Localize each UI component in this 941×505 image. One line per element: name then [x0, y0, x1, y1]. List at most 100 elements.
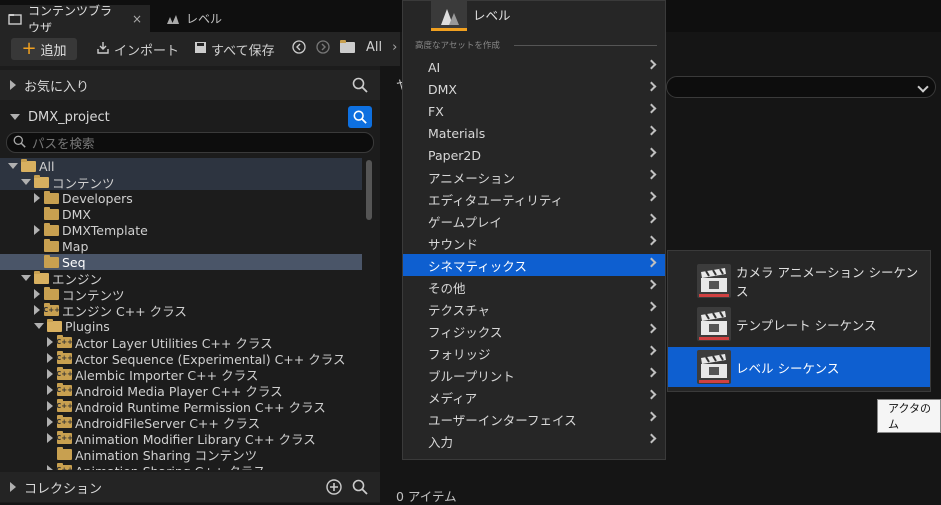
forward-button[interactable]: [316, 40, 330, 58]
tree-row[interactable]: C++ エンジン C++ クラス: [0, 302, 362, 319]
level-icon: [166, 12, 180, 26]
search-icon[interactable]: [352, 77, 368, 97]
menu-item[interactable]: Materials: [403, 122, 665, 144]
save-all-label: すべて保存: [211, 44, 275, 59]
path-breadcrumb[interactable]: All ›: [340, 40, 397, 55]
chevron-right-icon: [646, 367, 657, 378]
collections-header[interactable]: コレクション: [0, 472, 380, 502]
menu-item-label: シネマティックス: [428, 258, 527, 274]
expand-arrow-icon[interactable]: [47, 385, 53, 395]
tree-row[interactable]: C++Animation Sharing C++ クラス: [0, 462, 362, 470]
menu-item[interactable]: ユーザーインターフェイス: [403, 408, 665, 430]
tree-row[interactable]: コンテンツ: [0, 174, 362, 191]
menu-item-label: FX: [428, 103, 444, 119]
chevron-right-icon: [646, 389, 657, 400]
menu-item[interactable]: フォリッジ: [403, 342, 665, 364]
menu-item[interactable]: エディタユーティリティ: [403, 188, 665, 210]
folder-icon: [44, 206, 59, 220]
menu-item-label: テクスチャ: [428, 302, 491, 318]
menu-item[interactable]: テクスチャ: [403, 298, 665, 320]
tree-scrollbar[interactable]: [366, 160, 372, 220]
save-all-button[interactable]: すべて保存: [194, 40, 275, 59]
menu-item[interactable]: ブループリント: [403, 364, 665, 386]
expand-arrow-icon[interactable]: [34, 193, 40, 203]
submenu-item[interactable]: テンプレート シーケンス: [668, 304, 930, 344]
tree-row-label: Animation Sharing C++ クラス: [75, 461, 266, 471]
menu-item-label: メディア: [428, 390, 478, 406]
chevron-right-icon: [646, 103, 657, 114]
chevron-right-icon: [646, 235, 657, 246]
path-search-input[interactable]: パスを検索: [6, 132, 374, 153]
collapse-arrow-icon[interactable]: [21, 275, 31, 281]
menu-item[interactable]: DMX: [403, 78, 665, 100]
tree-row-label: DMXTemplate: [62, 222, 148, 238]
section-header-label: 高度なアセットを作成: [415, 41, 500, 51]
expand-arrow-icon[interactable]: [34, 305, 40, 315]
sources-panel: お気に入り DMX_project パスを検索 All コンテンツ Develope…: [0, 66, 380, 503]
expand-arrow-icon[interactable]: [47, 465, 53, 470]
menu-item-label: サウンド: [428, 236, 479, 252]
back-button[interactable]: [292, 40, 306, 58]
expand-arrow-icon[interactable]: [47, 417, 53, 427]
menu-item[interactable]: その他: [403, 276, 665, 298]
import-label: インポート: [114, 44, 180, 59]
menu-item-level-label: レベル: [473, 8, 511, 23]
expand-arrow-icon[interactable]: [34, 225, 40, 235]
search-icon[interactable]: [348, 106, 372, 128]
asset-search-input[interactable]: [666, 76, 936, 98]
menu-item[interactable]: 入力: [403, 430, 665, 452]
submenu-item-label: カメラ アニメーション シーケンス: [736, 265, 919, 299]
forward-arrow-icon: [316, 40, 330, 58]
menu-item[interactable]: フィジックス: [403, 320, 665, 342]
menu-item[interactable]: Paper2D: [403, 144, 665, 166]
menu-item-label: DMX: [428, 81, 457, 97]
collapse-arrow-icon[interactable]: [34, 323, 44, 329]
menu-item[interactable]: サウンド: [403, 232, 665, 254]
expand-arrow-icon: [10, 482, 16, 492]
collapse-arrow-icon[interactable]: [8, 163, 18, 169]
add-button[interactable]: + 追加: [11, 38, 77, 60]
expand-arrow-icon[interactable]: [47, 401, 53, 411]
menu-item[interactable]: アニメーション: [403, 166, 665, 188]
menu-item[interactable]: シネマティックス: [403, 254, 665, 276]
folder-icon: [44, 222, 59, 236]
cpp-folder-icon: C++: [56, 382, 73, 396]
menu-item[interactable]: ゲームプレイ: [403, 210, 665, 232]
menu-item[interactable]: AI: [403, 56, 665, 78]
menu-item-label: その他: [428, 280, 466, 296]
import-button[interactable]: インポート: [96, 40, 179, 59]
tree-row[interactable]: DMX: [0, 206, 362, 222]
menu-item-label: アニメーション: [428, 170, 516, 186]
add-collection-icon[interactable]: [326, 479, 342, 499]
expand-arrow-icon[interactable]: [47, 369, 53, 379]
tree-row[interactable]: Developers: [0, 190, 362, 206]
add-asset-menu: レベル 高度なアセットを作成 AI DMX FX Materials Paper2D アニ…: [402, 0, 666, 460]
tree-row[interactable]: エンジン: [0, 270, 362, 287]
expand-arrow-icon[interactable]: [47, 337, 53, 347]
expand-arrow-icon[interactable]: [47, 353, 53, 363]
menu-item[interactable]: FX: [403, 100, 665, 122]
level-icon: [431, 1, 467, 31]
menu-item-label: Paper2D: [428, 147, 481, 163]
sequence-clapper-icon: [697, 307, 731, 341]
submenu-item[interactable]: カメラ アニメーション シーケンス: [668, 261, 930, 301]
search-icon[interactable]: [352, 479, 368, 499]
menu-item[interactable]: メディア: [403, 386, 665, 408]
expand-arrow-icon[interactable]: [34, 289, 40, 299]
favorites-header[interactable]: お気に入り: [0, 70, 380, 100]
expand-arrow-icon[interactable]: [47, 433, 53, 443]
tree-row[interactable]: DMXTemplate: [0, 222, 362, 238]
tab-content-browser[interactable]: コンテンツブラウザ ×: [0, 4, 150, 35]
tab-close-icon[interactable]: ×: [132, 12, 142, 26]
chevron-down-icon[interactable]: [917, 81, 929, 93]
tab-level[interactable]: レベル: [158, 5, 248, 32]
collapse-arrow-icon[interactable]: [21, 179, 31, 185]
back-arrow-icon: [292, 40, 306, 58]
tab-content-browser-label: コンテンツブラウザ: [28, 3, 113, 35]
project-header[interactable]: DMX_project: [0, 102, 380, 132]
tree-row[interactable]: Map: [0, 238, 362, 254]
menu-item-level[interactable]: レベル: [403, 1, 665, 33]
submenu-item[interactable]: レベル シーケンス: [668, 347, 930, 387]
chevron-right-icon: [646, 125, 657, 136]
folder-open-icon: [21, 158, 36, 172]
